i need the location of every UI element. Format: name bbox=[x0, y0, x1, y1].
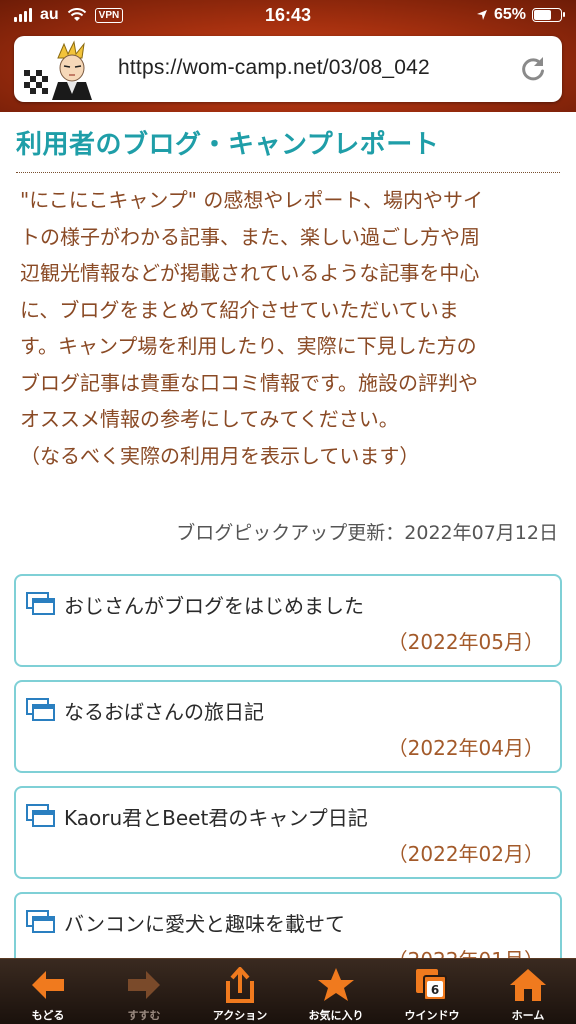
status-bar: au VPN 16:43 65% bbox=[0, 0, 576, 32]
intro-line: ブログ記事は貴重な口コミ情報です。施設の評判や bbox=[20, 370, 478, 395]
action-button[interactable]: アクション bbox=[192, 959, 288, 1024]
window-button[interactable]: 6 ウインドウ bbox=[384, 959, 480, 1024]
url-text[interactable]: https://wom-camp.net/03/08_042 bbox=[118, 56, 430, 80]
window-label: ウインドウ bbox=[404, 1009, 460, 1022]
window-count: 6 bbox=[431, 983, 439, 997]
blog-month: （2022年02月） bbox=[387, 842, 544, 866]
location-arrow-icon bbox=[476, 10, 487, 20]
blog-month: （2022年04月） bbox=[387, 736, 544, 760]
update-date: ブログピックアップ更新：2022年07月12日 bbox=[176, 522, 558, 544]
back-label: もどる bbox=[31, 1009, 65, 1022]
intro-line: に、ブログをまとめて紹介させていただいていま bbox=[20, 297, 459, 322]
back-button[interactable]: もどる bbox=[0, 959, 96, 1024]
intro-line: （なるべく実際の利用月を表示しています） bbox=[20, 443, 420, 468]
intro-line: す。キャンプ場を利用したり、実際に下見した方の bbox=[20, 334, 477, 358]
intro-line: トの様子がわかる記事、また、楽しい過ごし方や周 bbox=[20, 224, 480, 249]
new-window-icon bbox=[26, 804, 55, 827]
forward-label: すすむ bbox=[127, 1009, 161, 1022]
address-bar[interactable]: https://wom-camp.net/03/08_042 bbox=[14, 36, 562, 102]
intro-line: "にこにこキャンプ" の感想やレポート、場内やサイ bbox=[20, 188, 483, 212]
blog-name[interactable]: おじさんがブログをはじめました bbox=[64, 590, 364, 619]
new-window-icon bbox=[26, 910, 55, 933]
blog-link-card[interactable]: バンコンに愛犬と趣味を載せて （2022年01月） bbox=[14, 892, 562, 958]
intro-line: 辺観光情報などが掲載されているような記事を中心 bbox=[20, 261, 480, 285]
blog-month: （2022年05月） bbox=[387, 630, 544, 654]
blog-link-card[interactable]: なるおばさんの旅日記 （2022年04月） bbox=[14, 680, 562, 773]
blog-name[interactable]: Kaoru君とBeet君のキャンプ日記 bbox=[64, 802, 368, 831]
favorites-label: お気に入り bbox=[308, 1009, 364, 1022]
share-icon bbox=[226, 967, 254, 1003]
battery-icon bbox=[532, 8, 565, 22]
new-window-icon bbox=[26, 698, 55, 721]
page-title: 利用者のブログ・キャンプレポート bbox=[16, 130, 440, 160]
title-divider bbox=[16, 172, 560, 173]
home-label: ホーム bbox=[511, 1009, 545, 1022]
blog-name[interactable]: なるおばさんの旅日記 bbox=[64, 696, 264, 725]
intro-text: "にこにこキャンプ" の感想やレポート、場内やサイ トの様子がわかる記事、また、… bbox=[20, 182, 562, 474]
site-avatar-icon bbox=[20, 40, 108, 100]
action-label: アクション bbox=[212, 1009, 268, 1022]
home-icon bbox=[510, 969, 546, 1001]
new-window-icon bbox=[26, 592, 55, 615]
bottom-toolbar: もどる すすむ アクション お気に入り 6 ウインドウ ホーム bbox=[0, 958, 576, 1024]
blog-name[interactable]: バンコンに愛犬と趣味を載せて bbox=[64, 908, 345, 937]
windows-icon: 6 bbox=[416, 969, 447, 1001]
intro-line: オススメ情報の参考にしてみてください。 bbox=[20, 407, 399, 431]
back-arrow-icon bbox=[32, 971, 64, 999]
forward-arrow-icon bbox=[128, 971, 160, 999]
browser-header: au VPN 16:43 65% https://wom-camp.net/03… bbox=[0, 0, 576, 112]
reload-icon[interactable] bbox=[518, 54, 548, 84]
forward-button[interactable]: すすむ bbox=[96, 959, 192, 1024]
page-content[interactable]: 利用者のブログ・キャンプレポート "にこにこキャンプ" の感想やレポート、場内や… bbox=[0, 112, 576, 958]
star-icon bbox=[318, 968, 354, 1001]
home-button[interactable]: ホーム bbox=[480, 959, 576, 1024]
blog-link-card[interactable]: おじさんがブログをはじめました （2022年05月） bbox=[14, 574, 562, 667]
blog-month: （2022年01月） bbox=[388, 944, 544, 958]
blog-link-card[interactable]: Kaoru君とBeet君のキャンプ日記 （2022年02月） bbox=[14, 786, 562, 879]
battery-percent: 65% bbox=[493, 6, 526, 23]
favorites-button[interactable]: お気に入り bbox=[288, 959, 384, 1024]
